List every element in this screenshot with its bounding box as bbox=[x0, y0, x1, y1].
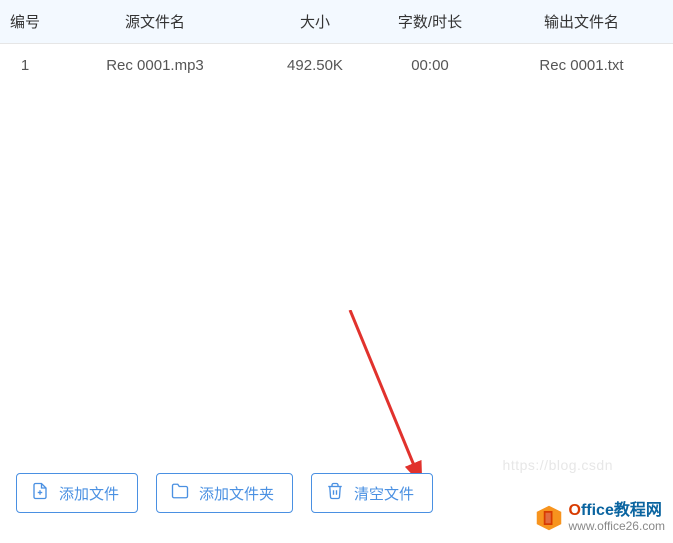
clear-files-label: 清空文件 bbox=[354, 483, 414, 504]
cell-duration: 00:00 bbox=[370, 57, 490, 74]
add-file-icon bbox=[31, 482, 49, 504]
toolbar: 添加文件 添加文件夹 清空文件 bbox=[16, 473, 433, 513]
table-header: 编号 源文件名 大小 字数/时长 输出文件名 bbox=[0, 0, 673, 44]
add-folder-label: 添加文件夹 bbox=[199, 483, 274, 504]
folder-icon bbox=[171, 482, 189, 504]
cell-output: Rec 0001.txt bbox=[490, 57, 673, 74]
header-source: 源文件名 bbox=[50, 11, 260, 32]
header-duration: 字数/时长 bbox=[370, 11, 490, 32]
clear-files-button[interactable]: 清空文件 bbox=[311, 473, 433, 513]
add-file-button[interactable]: 添加文件 bbox=[16, 473, 138, 513]
cell-source: Rec 0001.mp3 bbox=[50, 57, 260, 74]
header-size: 大小 bbox=[260, 11, 370, 32]
header-output: 输出文件名 bbox=[490, 11, 673, 32]
site-watermark: Office教程网 www.office26.com bbox=[535, 502, 666, 533]
file-table: 编号 源文件名 大小 字数/时长 输出文件名 1 Rec 0001.mp3 49… bbox=[0, 0, 673, 88]
office-logo-icon bbox=[535, 504, 563, 532]
cell-num: 1 bbox=[0, 57, 50, 74]
add-folder-button[interactable]: 添加文件夹 bbox=[156, 473, 293, 513]
table-row[interactable]: 1 Rec 0001.mp3 492.50K 00:00 Rec 0001.tx… bbox=[0, 44, 673, 88]
add-file-label: 添加文件 bbox=[59, 483, 119, 504]
watermark-title: Office教程网 bbox=[569, 502, 666, 520]
trash-icon bbox=[326, 482, 344, 504]
watermark-url: www.office26.com bbox=[569, 520, 666, 533]
background-watermark: https://blog.csdn bbox=[503, 457, 613, 473]
cell-size: 492.50K bbox=[260, 57, 370, 74]
header-num: 编号 bbox=[0, 11, 50, 32]
